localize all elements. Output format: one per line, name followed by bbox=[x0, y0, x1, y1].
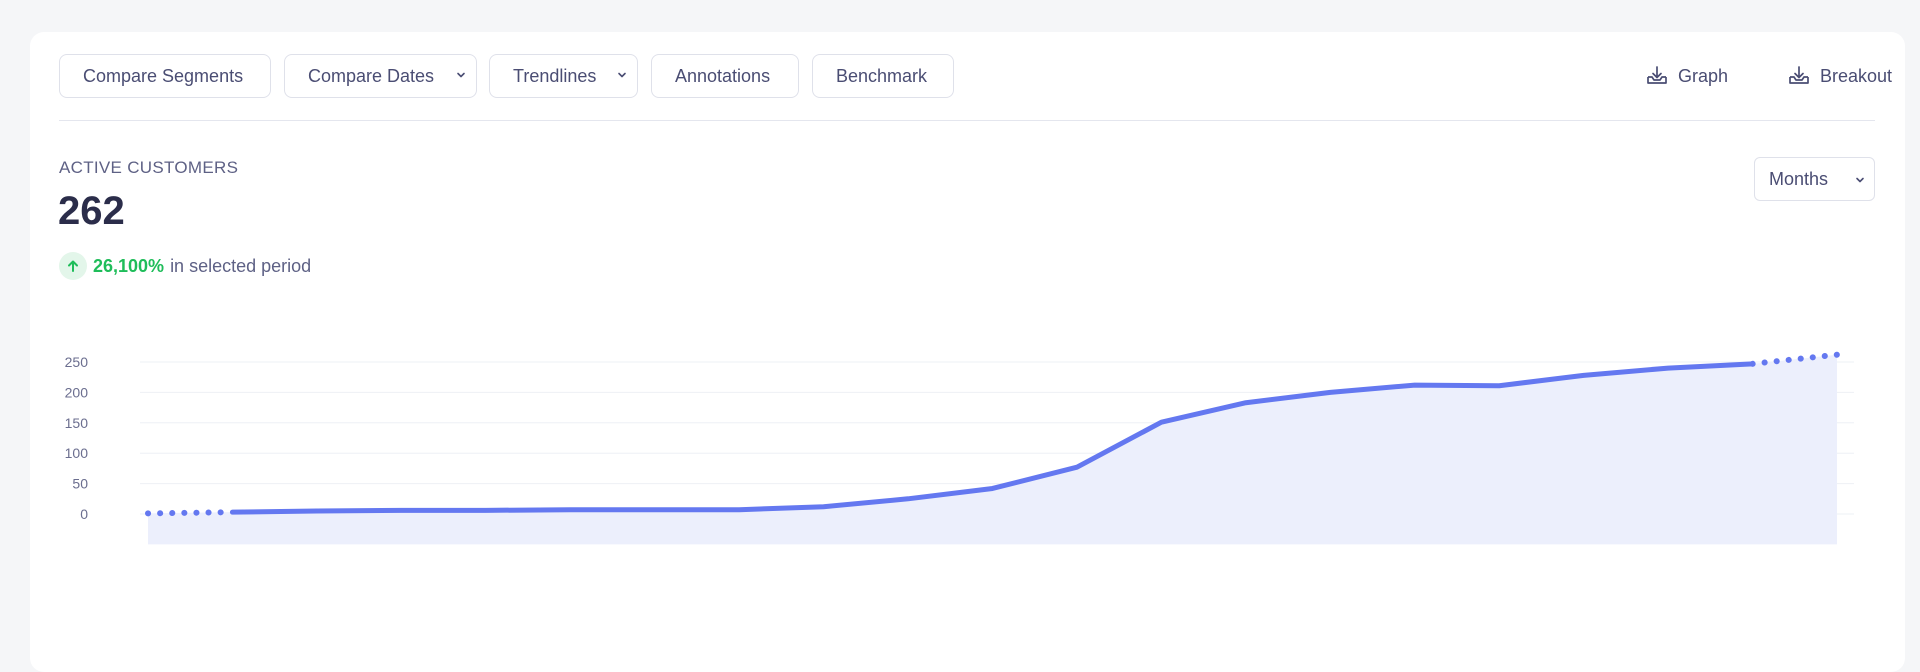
compare-dates-button[interactable]: Compare Dates bbox=[284, 54, 477, 98]
period-select-value: Months bbox=[1769, 169, 1828, 190]
export-breakout-label: Breakout bbox=[1820, 66, 1892, 87]
download-icon bbox=[1788, 66, 1810, 86]
line-chart: 250 200 150 100 50 0 bbox=[30, 312, 1905, 652]
y-tick-label: 100 bbox=[65, 445, 89, 461]
toolbar-divider bbox=[59, 120, 1875, 121]
period-select[interactable]: Months bbox=[1754, 157, 1875, 201]
y-tick-label: 150 bbox=[65, 415, 89, 431]
y-tick-label: 50 bbox=[72, 476, 88, 492]
compare-segments-button[interactable]: Compare Segments bbox=[59, 54, 271, 98]
y-tick-label: 0 bbox=[80, 506, 88, 522]
export-breakout-button[interactable]: Breakout bbox=[1788, 54, 1892, 98]
metric-change: 26,100% in selected period bbox=[59, 252, 311, 280]
arrow-up-icon bbox=[59, 252, 87, 280]
download-icon bbox=[1646, 66, 1668, 86]
chevron-down-icon bbox=[616, 69, 628, 81]
compare-segments-label: Compare Segments bbox=[83, 66, 243, 87]
annotations-button[interactable]: Annotations bbox=[651, 54, 799, 98]
export-graph-label: Graph bbox=[1678, 66, 1728, 87]
metric-value: 262 bbox=[58, 189, 125, 234]
export-graph-button[interactable]: Graph bbox=[1646, 54, 1728, 98]
change-suffix: in selected period bbox=[170, 256, 311, 277]
annotations-label: Annotations bbox=[675, 66, 770, 87]
y-tick-label: 200 bbox=[65, 384, 89, 400]
compare-dates-label: Compare Dates bbox=[308, 66, 434, 87]
metric-label: ACTIVE CUSTOMERS bbox=[59, 158, 238, 178]
trendlines-label: Trendlines bbox=[513, 66, 596, 87]
y-tick-label: 250 bbox=[65, 354, 89, 370]
active-customers-chart: 250 200 150 100 50 0 bbox=[30, 312, 1905, 652]
chevron-down-icon bbox=[1854, 174, 1866, 186]
area-fill bbox=[148, 355, 1837, 545]
chart-toolbar: Compare Segments Compare Dates Trendline… bbox=[59, 54, 1875, 98]
benchmark-button[interactable]: Benchmark bbox=[812, 54, 954, 98]
chevron-down-icon bbox=[455, 69, 467, 81]
change-percent: 26,100% bbox=[93, 256, 164, 277]
analytics-card: Compare Segments Compare Dates Trendline… bbox=[30, 32, 1905, 672]
benchmark-label: Benchmark bbox=[836, 66, 927, 87]
trendlines-button[interactable]: Trendlines bbox=[489, 54, 638, 98]
